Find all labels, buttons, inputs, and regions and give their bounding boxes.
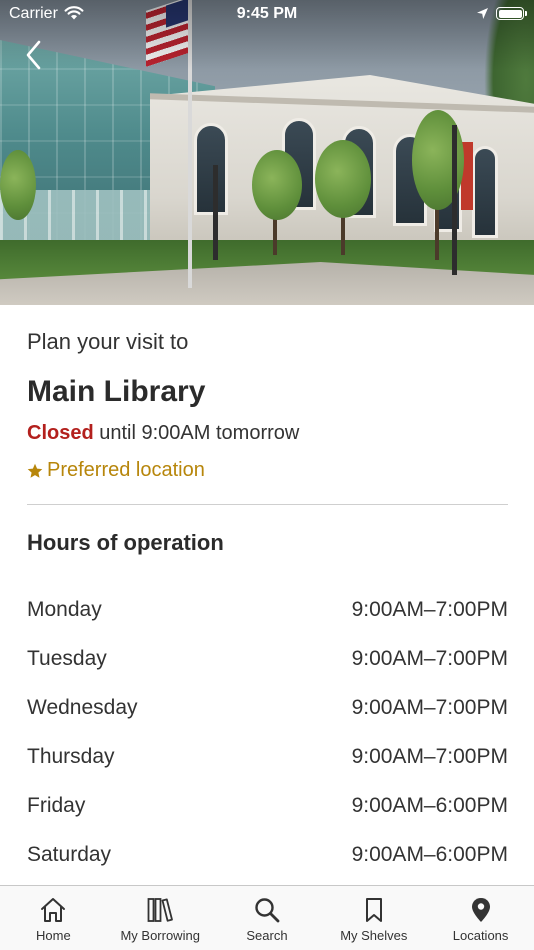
tab-label: My Shelves (340, 928, 408, 943)
location-arrow-icon (477, 8, 488, 19)
home-icon (41, 898, 66, 922)
bookmark-icon (365, 898, 382, 922)
status-badge: Closed (27, 422, 94, 444)
back-button[interactable] (20, 38, 50, 72)
hours-list: Monday 9:00AM–7:00PM Tuesday 9:00AM–7:00… (27, 598, 508, 892)
arch-window (194, 123, 228, 215)
tab-bar: Home My Borrowing Search My Shelves Loca… (0, 885, 534, 950)
tab-my-borrowing[interactable]: My Borrowing (107, 886, 214, 950)
tab-label: My Borrowing (120, 928, 200, 943)
divider (27, 504, 508, 505)
tree (0, 150, 36, 220)
tab-search[interactable]: Search (214, 886, 321, 950)
hours-day: Friday (27, 794, 86, 817)
battery-tip (525, 11, 527, 16)
hours-day: Saturday (27, 843, 112, 866)
hours-day: Tuesday (27, 647, 107, 670)
lamp-post (213, 165, 218, 260)
hours-row: Wednesday 9:00AM–7:00PM (27, 696, 508, 745)
search-icon (255, 898, 280, 923)
status-time: 9:45 PM (236, 5, 298, 22)
hero-image (0, 0, 534, 305)
preferred-location[interactable]: Preferred location (27, 459, 205, 482)
hours-row: Monday 9:00AM–7:00PM (27, 598, 508, 647)
map-pin-icon (471, 898, 490, 922)
hours-heading: Hours of operation (27, 530, 224, 555)
preferred-label: Preferred location (47, 459, 205, 481)
hours-day: Monday (27, 598, 102, 621)
star-icon (27, 463, 43, 478)
tree (252, 150, 302, 220)
status-detail: until 9:00AM tomorrow (99, 422, 300, 444)
hours-time: 9:00AM–7:00PM (351, 647, 508, 670)
tab-locations[interactable]: Locations (427, 886, 534, 950)
hours-row: Thursday 9:00AM–7:00PM (27, 745, 508, 794)
hours-row: Friday 9:00AM–6:00PM (27, 794, 508, 843)
hours-time: 9:00AM–7:00PM (351, 696, 508, 719)
books-icon (147, 898, 174, 922)
hours-day: Thursday (27, 745, 115, 768)
open-status: Closed until 9:00AM tomorrow (27, 422, 299, 445)
hours-time: 9:00AM–6:00PM (351, 794, 508, 817)
tree (315, 140, 371, 218)
tab-label: Search (246, 928, 288, 943)
tab-label: Locations (452, 928, 509, 943)
hours-day: Wednesday (27, 696, 138, 719)
tab-my-shelves[interactable]: My Shelves (320, 886, 427, 950)
status-bar: Carrier 9:45 PM (0, 0, 534, 28)
hours-time: 9:00AM–7:00PM (351, 745, 508, 768)
battery-icon (496, 7, 524, 20)
hours-time: 9:00AM–6:00PM (351, 843, 508, 866)
hours-row: Tuesday 9:00AM–7:00PM (27, 647, 508, 696)
tab-label: Home (36, 928, 71, 943)
plan-visit-text: Plan your visit to (27, 329, 189, 354)
arch-window (472, 146, 498, 238)
tab-home[interactable]: Home (0, 886, 107, 950)
page-title: Main Library (27, 375, 206, 408)
lamp-post (452, 125, 457, 275)
hours-time: 9:00AM–7:00PM (351, 598, 508, 621)
